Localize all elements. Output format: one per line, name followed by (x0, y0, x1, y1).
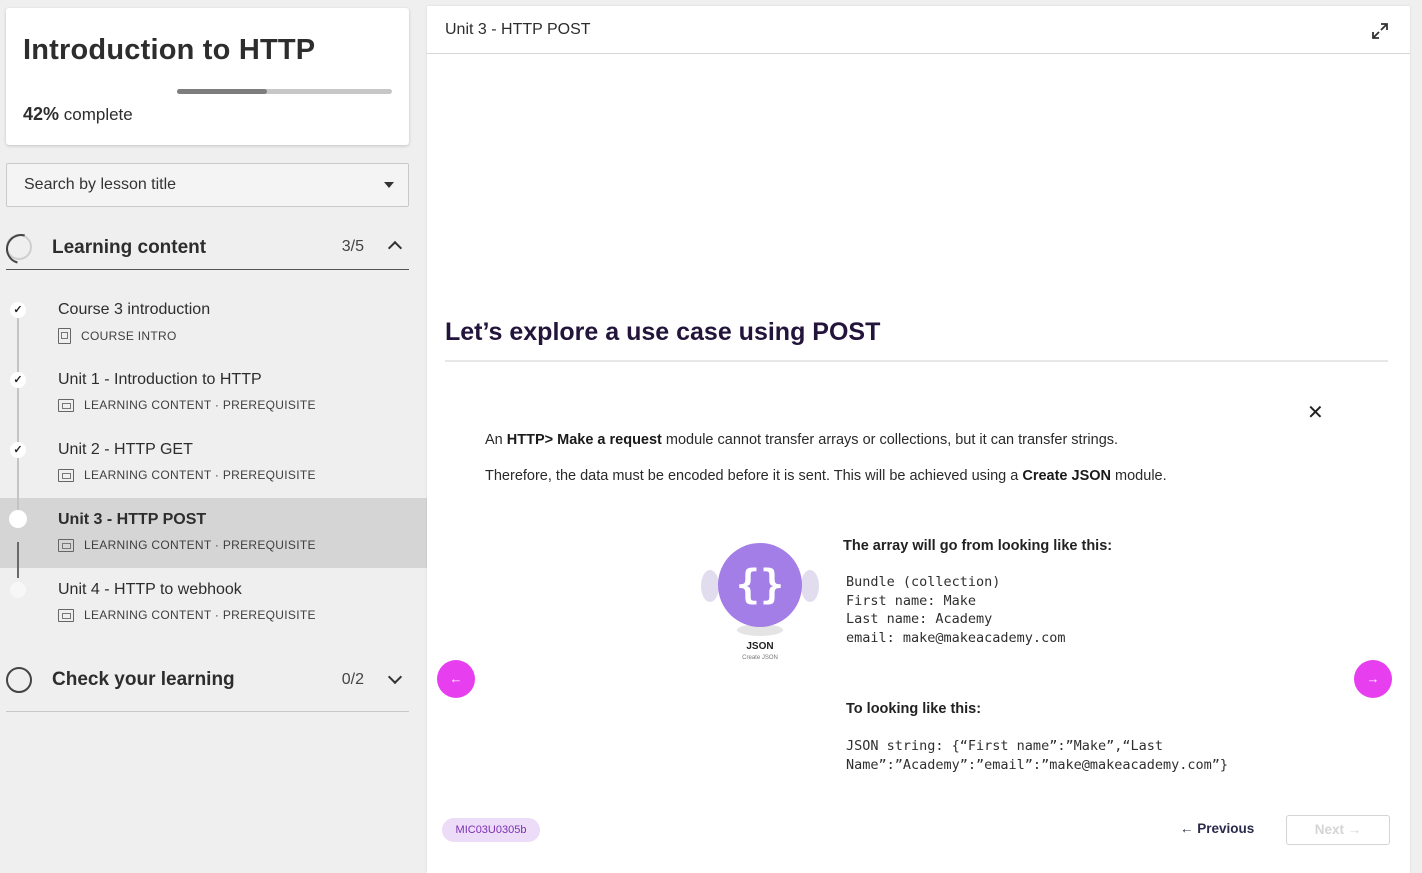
text: An (485, 432, 507, 448)
check-icon: ✓ (10, 302, 26, 318)
text: Therefore, the data must be encoded befo… (485, 468, 1023, 484)
document-icon (58, 328, 71, 344)
progress-percent: 42% (23, 104, 60, 124)
timeline-line (17, 458, 19, 498)
section-count: 3/5 (341, 238, 364, 255)
next-label: Next (1314, 822, 1344, 837)
section-learning-content[interactable]: Learning content 3/5 (6, 226, 409, 270)
text: module cannot transfer arrays or collect… (661, 432, 1119, 448)
section-title: Learning content (52, 237, 207, 258)
timeline-line (17, 318, 19, 358)
timeline-line (17, 428, 19, 442)
course-progress-bar (177, 89, 392, 94)
to-heading: To looking like this: (846, 701, 982, 717)
course-title: Introduction to HTTP (23, 34, 316, 66)
lesson-title: Unit 4 - HTTP to webhook (58, 581, 242, 598)
caret-down-icon (384, 182, 394, 188)
bold-text: Create JSON (1022, 468, 1112, 484)
current-dot-icon (9, 510, 27, 528)
lesson-id-badge: MIC03U0305b (442, 818, 540, 842)
divider (445, 360, 1388, 362)
lesson-meta: LEARNING CONTENT · PREREQUISITE (58, 398, 316, 412)
viewer-header: Unit 3 - HTTP POST (427, 6, 1410, 54)
slide-paragraph-1: An HTTP> Make a request module cannot tr… (485, 432, 1118, 448)
lesson-meta-text: LEARNING CONTENT · PREREQUISITE (84, 398, 316, 412)
sidebar: Introduction to HTTP 42% complete Search… (0, 0, 427, 873)
lesson-meta-text: LEARNING CONTENT · PREREQUISITE (84, 608, 316, 622)
check-icon: ✓ (10, 442, 26, 458)
search-placeholder: Search by lesson title (24, 176, 177, 193)
collection-code-block: Bundle (collection) First name: Make Las… (846, 574, 1066, 646)
section-title: Check your learning (52, 669, 235, 690)
json-module-label: JSON (746, 641, 774, 652)
module-ear (701, 570, 719, 602)
slide-title: Let’s explore a use case using POST (445, 318, 881, 346)
lesson-title: Unit 2 - HTTP GET (58, 441, 193, 458)
timeline-line (17, 542, 19, 568)
todo-dot-icon (10, 582, 26, 598)
previous-label: Previous (1197, 821, 1255, 836)
json-module-illustration: {} JSON Create JSON (699, 540, 821, 668)
lesson-meta: COURSE INTRO (58, 328, 177, 344)
slide-prev-button[interactable]: ← (437, 660, 475, 698)
chevron-down-icon[interactable] (387, 669, 403, 685)
expand-icon[interactable] (1370, 21, 1390, 41)
json-string-code-block: JSON string: {“First name”:”Make”,“Last … (846, 738, 1229, 773)
timeline-line (17, 568, 19, 578)
slides-icon (58, 468, 74, 482)
lesson-item-unit-1[interactable]: ✓ Unit 1 - Introduction to HTTP LEARNING… (0, 358, 427, 428)
lesson-search-dropdown[interactable]: Search by lesson title (6, 163, 409, 207)
lesson-title: Course 3 introduction (58, 301, 211, 318)
json-braces-icon: {} (718, 543, 802, 627)
slides-icon (58, 398, 74, 412)
lesson-title: Unit 3 - HTTP POST (58, 511, 207, 528)
progress-ring-icon (6, 234, 32, 260)
lesson-meta-text: LEARNING CONTENT · PREREQUISITE (84, 468, 316, 482)
lesson-list: ✓ Course 3 introduction COURSE INTRO ✓ U… (0, 288, 427, 638)
lesson-meta: LEARNING CONTENT · PREREQUISITE (58, 468, 316, 482)
lesson-meta-text: COURSE INTRO (81, 329, 177, 343)
from-heading: The array will go from looking like this… (843, 538, 1113, 554)
json-module-sublabel: Create JSON (742, 655, 778, 661)
check-icon: ✓ (10, 372, 26, 388)
lesson-item-unit-3[interactable]: Unit 3 - HTTP POST LEARNING CONTENT · PR… (0, 498, 427, 568)
previous-button[interactable]: ← Previous (1180, 821, 1254, 836)
chevron-up-icon[interactable] (387, 240, 403, 256)
course-card: Introduction to HTTP 42% complete (6, 8, 409, 145)
lesson-item-course-intro[interactable]: ✓ Course 3 introduction COURSE INTRO (0, 288, 427, 358)
progress-text: 42% complete (23, 104, 133, 125)
arrow-right-icon: → (1344, 822, 1362, 837)
lesson-title: Unit 1 - Introduction to HTTP (58, 371, 262, 388)
slides-icon (58, 608, 74, 622)
viewer-title: Unit 3 - HTTP POST (445, 21, 591, 38)
slides-icon (58, 538, 74, 552)
bold-text: HTTP> Make a request (506, 432, 662, 448)
timeline-line (17, 358, 19, 372)
lesson-meta-text: LEARNING CONTENT · PREREQUISITE (84, 538, 316, 552)
module-ear (801, 570, 819, 602)
section-count: 0/2 (341, 671, 364, 688)
lesson-item-unit-2[interactable]: ✓ Unit 2 - HTTP GET LEARNING CONTENT · P… (0, 428, 427, 498)
progress-suffix: complete (59, 105, 133, 124)
lesson-item-unit-4[interactable]: Unit 4 - HTTP to webhook LEARNING CONTEN… (0, 568, 427, 638)
close-icon[interactable]: ✕ (1307, 400, 1324, 425)
section-check-your-learning[interactable]: Check your learning 0/2 (6, 658, 409, 712)
text: module. (1111, 468, 1167, 484)
course-progress-fill (177, 89, 268, 94)
lesson-meta: LEARNING CONTENT · PREREQUISITE (58, 538, 316, 552)
next-button[interactable]: Next → (1286, 815, 1390, 845)
arrow-left-icon: ← (1180, 821, 1198, 836)
slide-next-button[interactable]: → (1354, 660, 1392, 698)
timeline-line (17, 388, 19, 428)
progress-ring-icon (6, 667, 32, 693)
lesson-meta: LEARNING CONTENT · PREREQUISITE (58, 608, 316, 622)
slide-paragraph-2: Therefore, the data must be encoded befo… (485, 468, 1167, 484)
lesson-viewer: Unit 3 - HTTP POST Let’s explore a use c… (427, 6, 1410, 873)
